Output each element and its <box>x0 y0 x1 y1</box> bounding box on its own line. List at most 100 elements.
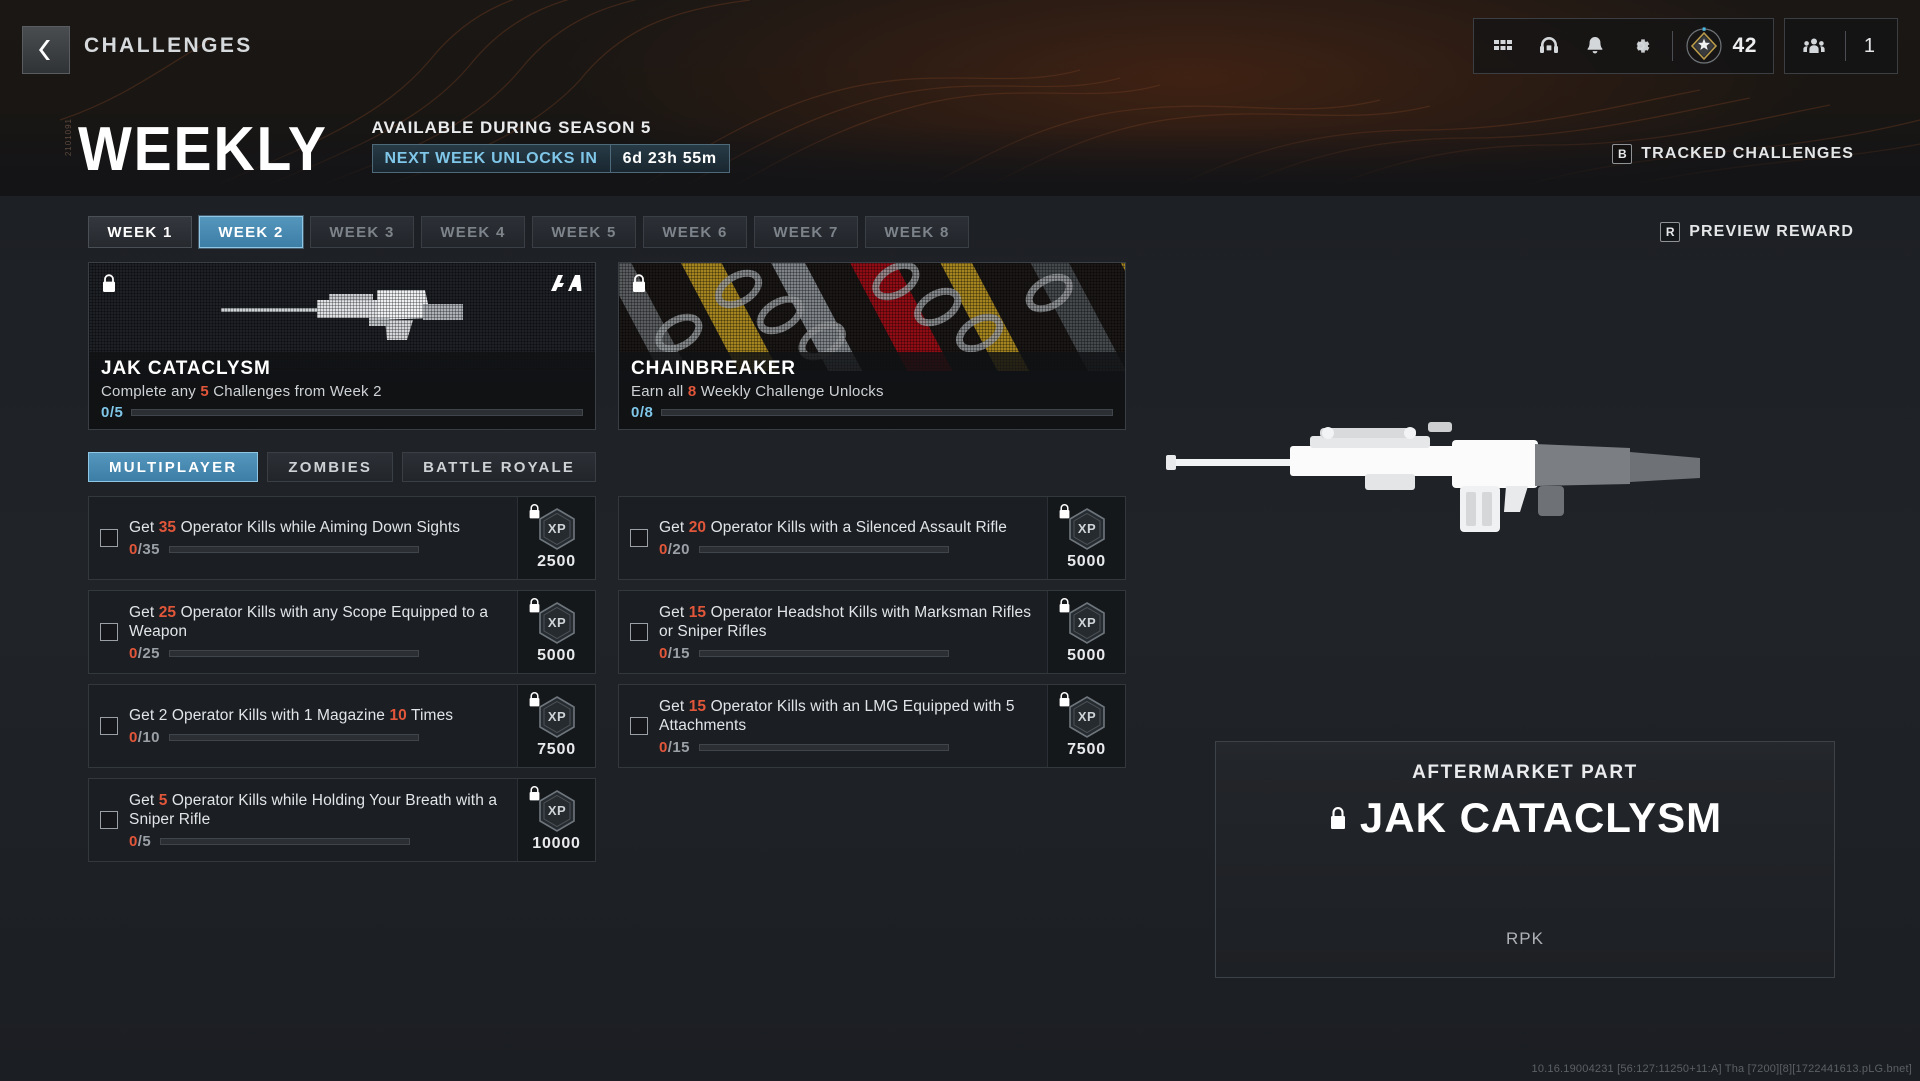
challenge-row[interactable]: Get 25 Operator Kills with any Scope Equ… <box>88 590 596 674</box>
reward-card-lock <box>101 273 117 293</box>
challenge-row[interactable]: Get 5 Operator Kills while Holding Your … <box>88 778 596 862</box>
grid-apps-button[interactable] <box>1480 19 1526 73</box>
challenge-checkbox-wrap[interactable] <box>89 779 129 861</box>
challenge-checkbox-wrap[interactable] <box>619 497 659 579</box>
reward-card-2[interactable]: CHAINBREAKER Earn all 8 Weekly Challenge … <box>618 262 1126 430</box>
mode-tab-multiplayer[interactable]: MULTIPLAYER <box>88 452 259 482</box>
challenge-description: Get 25 Operator Kills with any Scope Equ… <box>129 603 503 641</box>
challenge-checkbox-wrap[interactable] <box>619 591 659 673</box>
challenges-screen: CHALLENGES 42 1 2101091 WEEKLY AVAILABLE… <box>0 0 1920 1081</box>
week-tab-3[interactable]: WEEK 3 <box>310 216 414 248</box>
preview-reward-button[interactable]: R PREVIEW REWARD <box>1660 222 1854 242</box>
challenge-text-highlight: 25 <box>158 603 177 621</box>
system-icons-panel: 42 <box>1472 18 1774 74</box>
challenge-progress-bar <box>698 546 949 553</box>
challenge-xp-value: 10000 <box>532 834 581 852</box>
challenge-main: Get 2 Operator Kills with 1 Magazine 10 … <box>129 685 517 767</box>
challenge-checkbox[interactable] <box>100 623 118 641</box>
desc-pre: Complete any <box>101 383 201 400</box>
rank-value: 42 <box>1732 34 1757 57</box>
lock-icon <box>1330 807 1345 829</box>
challenge-xp-value: 2500 <box>537 552 576 570</box>
challenge-text-part: Get <box>659 519 689 536</box>
challenge-progress: 0/15 <box>659 645 1033 662</box>
preview-reward-label: PREVIEW REWARD <box>1689 223 1854 240</box>
challenge-xp-reward: XP 7500 <box>517 685 595 767</box>
challenge-description: Get 2 Operator Kills with 1 Magazine 10 … <box>129 706 503 725</box>
challenge-text-part: Operator Kills while Holding Your Breath… <box>129 791 498 828</box>
challenge-checkbox[interactable] <box>100 529 118 547</box>
week-tab-2[interactable]: WEEK 2 <box>199 216 303 248</box>
rank-badge-icon <box>1685 27 1723 65</box>
challenge-progress-value: 0/5 <box>129 833 151 850</box>
challenge-xp-reward: XP 7500 <box>1047 685 1125 767</box>
challenge-description: Get 20 Operator Kills with a Silenced As… <box>659 518 1033 537</box>
challenge-row[interactable]: Get 35 Operator Kills while Aiming Down … <box>88 496 596 580</box>
svg-text:XP: XP <box>547 521 565 536</box>
challenge-progress-current: 0 <box>129 729 138 746</box>
mode-tab-zombies[interactable]: ZOMBIES <box>267 452 394 482</box>
challenge-progress-current: 0 <box>659 738 668 756</box>
top-right-toolbar: 42 1 <box>1472 18 1898 74</box>
xp-hexagon-icon: XP <box>1068 507 1105 550</box>
challenge-progress-goal: 15 <box>672 738 690 756</box>
challenge-checkbox[interactable] <box>100 717 118 735</box>
player-rank[interactable]: 42 <box>1681 27 1767 65</box>
challenge-progress: 0/15 <box>659 739 1033 756</box>
headset-button[interactable] <box>1526 19 1572 73</box>
svg-text:XP: XP <box>1077 615 1095 630</box>
challenge-checkbox[interactable] <box>100 811 118 829</box>
chevron-left-icon <box>39 40 50 60</box>
challenge-checkbox[interactable] <box>630 529 648 547</box>
mode-tab-battle-royale[interactable]: BATTLE ROYALE <box>402 452 597 482</box>
bell-notification-icon <box>1586 37 1603 54</box>
week-tab-7[interactable]: WEEK 7 <box>754 216 858 248</box>
week-tab-4[interactable]: WEEK 4 <box>421 216 525 248</box>
challenge-text-highlight: 20 <box>688 519 707 536</box>
challenge-checkbox-wrap[interactable] <box>619 685 659 767</box>
challenge-xp-value: 7500 <box>1067 740 1106 758</box>
challenge-row[interactable]: Get 20 Operator Kills with a Silenced As… <box>618 496 1126 580</box>
challenge-main: Get 15 Operator Kills with an LMG Equipp… <box>659 685 1047 767</box>
desc-post: Weekly Challenge Unlocks <box>696 383 884 400</box>
challenge-progress-bar <box>160 837 411 845</box>
reward-card-name: JAK CATACLYSM <box>101 358 271 379</box>
reward-card-lock <box>631 273 647 293</box>
week-tab-1[interactable]: WEEK 1 <box>88 216 192 248</box>
challenge-row[interactable]: Get 15 Operator Headshot Kills with Mark… <box>618 590 1126 674</box>
back-button[interactable] <box>22 26 70 74</box>
squad-panel[interactable]: 1 <box>1783 18 1898 74</box>
challenge-progress-bar <box>168 649 419 657</box>
challenge-checkbox-wrap[interactable] <box>89 685 129 767</box>
challenge-checkbox-wrap[interactable] <box>89 497 129 579</box>
settings-button[interactable] <box>1618 19 1664 73</box>
tracked-challenges-label: TRACKED CHALLENGES <box>1641 145 1854 162</box>
reward-progress-value: 0/5 <box>101 404 124 421</box>
challenge-checkbox-wrap[interactable] <box>89 591 129 673</box>
week-tab-5[interactable]: WEEK 5 <box>532 216 636 248</box>
week-tab-8[interactable]: WEEK 8 <box>865 216 969 248</box>
challenge-checkbox[interactable] <box>630 623 648 641</box>
challenge-checkbox[interactable] <box>630 717 648 735</box>
challenge-progress: 0/35 <box>129 541 503 558</box>
svg-text:XP: XP <box>1077 521 1095 536</box>
reward-card-1[interactable]: JAK CATACLYSM Complete any 5 Challenges f… <box>88 262 596 430</box>
squad-button[interactable] <box>1791 19 1837 73</box>
reward-progress-bar <box>661 409 1113 416</box>
challenge-progress: 0/20 <box>659 541 1033 558</box>
tracked-challenges-button[interactable]: B TRACKED CHALLENGES <box>1612 144 1854 164</box>
challenge-row[interactable]: Get 2 Operator Kills with 1 Magazine 10 … <box>88 684 596 768</box>
challenge-description: Get 5 Operator Kills while Holding Your … <box>129 791 503 829</box>
week-tab-6[interactable]: WEEK 6 <box>643 216 747 248</box>
build-version-string: 10.16.19004231 [56:127:11250+11:A] Tha [… <box>1531 1063 1912 1075</box>
challenge-progress-goal: 25 <box>142 644 160 662</box>
notifications-button[interactable] <box>1572 19 1618 73</box>
challenge-progress-bar <box>698 649 949 657</box>
challenge-progress-current: 0 <box>129 832 138 850</box>
challenge-progress-current: 0 <box>659 644 668 662</box>
svg-text:XP: XP <box>1077 709 1095 724</box>
challenge-xp-reward: XP 10000 <box>517 779 595 861</box>
reward-card-caption: CHAINBREAKER Earn all 8 Weekly Challenge … <box>619 352 1125 429</box>
page-title-row: WEEKLY AVAILABLE DURING SEASON 5 NEXT WE… <box>78 118 730 181</box>
challenge-row[interactable]: Get 15 Operator Kills with an LMG Equipp… <box>618 684 1126 768</box>
